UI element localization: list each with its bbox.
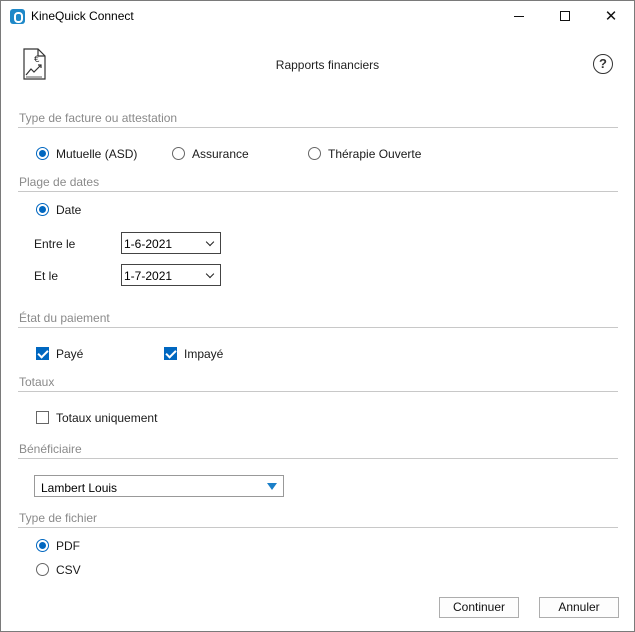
divider <box>18 458 618 459</box>
divider <box>18 527 618 528</box>
minimize-icon <box>514 15 524 17</box>
totals-section-label: Totaux <box>19 375 55 389</box>
app-title: KineQuick Connect <box>31 9 134 23</box>
divider <box>18 327 618 328</box>
beneficiary-section-label: Bénéficiaire <box>19 442 82 456</box>
checkbox-paid-label: Payé <box>56 347 84 361</box>
start-date-picker[interactable]: 1-6-2021 <box>121 232 221 254</box>
beneficiary-dropdown[interactable]: Lambert Louis <box>34 475 284 497</box>
app-logo-icon <box>10 9 25 24</box>
file-type-section-label: Type de fichier <box>19 511 98 525</box>
radio-csv[interactable] <box>36 563 49 576</box>
date-range-section-label: Plage de dates <box>19 175 100 189</box>
title-bar: KineQuick Connect ✕ <box>1 1 634 31</box>
chevron-down-icon <box>205 269 215 279</box>
close-icon: ✕ <box>604 7 618 25</box>
end-label: Et le <box>34 269 59 283</box>
payment-status-section-label: État du paiement <box>19 311 110 325</box>
dialog-window: KineQuick Connect ✕ € Rapports financier… <box>0 0 635 632</box>
checkbox-totals-only[interactable] <box>36 411 49 424</box>
checkbox-unpaid-label: Impayé <box>184 347 224 361</box>
radio-therapie-ouverte-label: Thérapie Ouverte <box>328 147 422 161</box>
radio-pdf[interactable] <box>36 539 49 552</box>
divider <box>18 391 618 392</box>
radio-csv-label: CSV <box>56 563 81 577</box>
checkbox-paid[interactable] <box>36 347 49 360</box>
end-date-picker[interactable]: 1-7-2021 <box>121 264 221 286</box>
close-button[interactable]: ✕ <box>588 1 634 31</box>
help-icon[interactable]: ? <box>593 54 613 74</box>
start-date-value: 1-6-2021 <box>124 237 173 251</box>
radio-date[interactable] <box>36 203 49 216</box>
radio-mutuelle[interactable] <box>36 147 49 160</box>
minimize-button[interactable] <box>496 1 542 31</box>
chevron-down-icon <box>205 237 215 247</box>
radio-assurance-label: Assurance <box>192 147 249 161</box>
radio-therapie-ouverte[interactable] <box>308 147 321 160</box>
radio-assurance[interactable] <box>172 147 185 160</box>
maximize-button[interactable] <box>542 1 588 31</box>
between-label: Entre le <box>34 237 76 251</box>
divider <box>18 127 618 128</box>
checkbox-unpaid[interactable] <box>164 347 177 360</box>
radio-date-label: Date <box>56 203 82 217</box>
page-title: Rapports financiers <box>275 58 380 72</box>
radio-pdf-label: PDF <box>56 539 80 553</box>
end-date-value: 1-7-2021 <box>124 269 173 283</box>
cancel-button[interactable]: Annuler <box>539 597 619 618</box>
maximize-icon <box>560 11 570 21</box>
invoice-type-section-label: Type de facture ou attestation <box>19 111 178 125</box>
radio-mutuelle-label: Mutuelle (ASD) <box>56 147 138 161</box>
dropdown-arrow-icon <box>267 483 277 490</box>
beneficiary-value: Lambert Louis <box>41 481 118 495</box>
continue-button[interactable]: Continuer <box>439 597 519 618</box>
divider <box>18 191 618 192</box>
checkbox-totals-only-label: Totaux uniquement <box>56 411 158 425</box>
